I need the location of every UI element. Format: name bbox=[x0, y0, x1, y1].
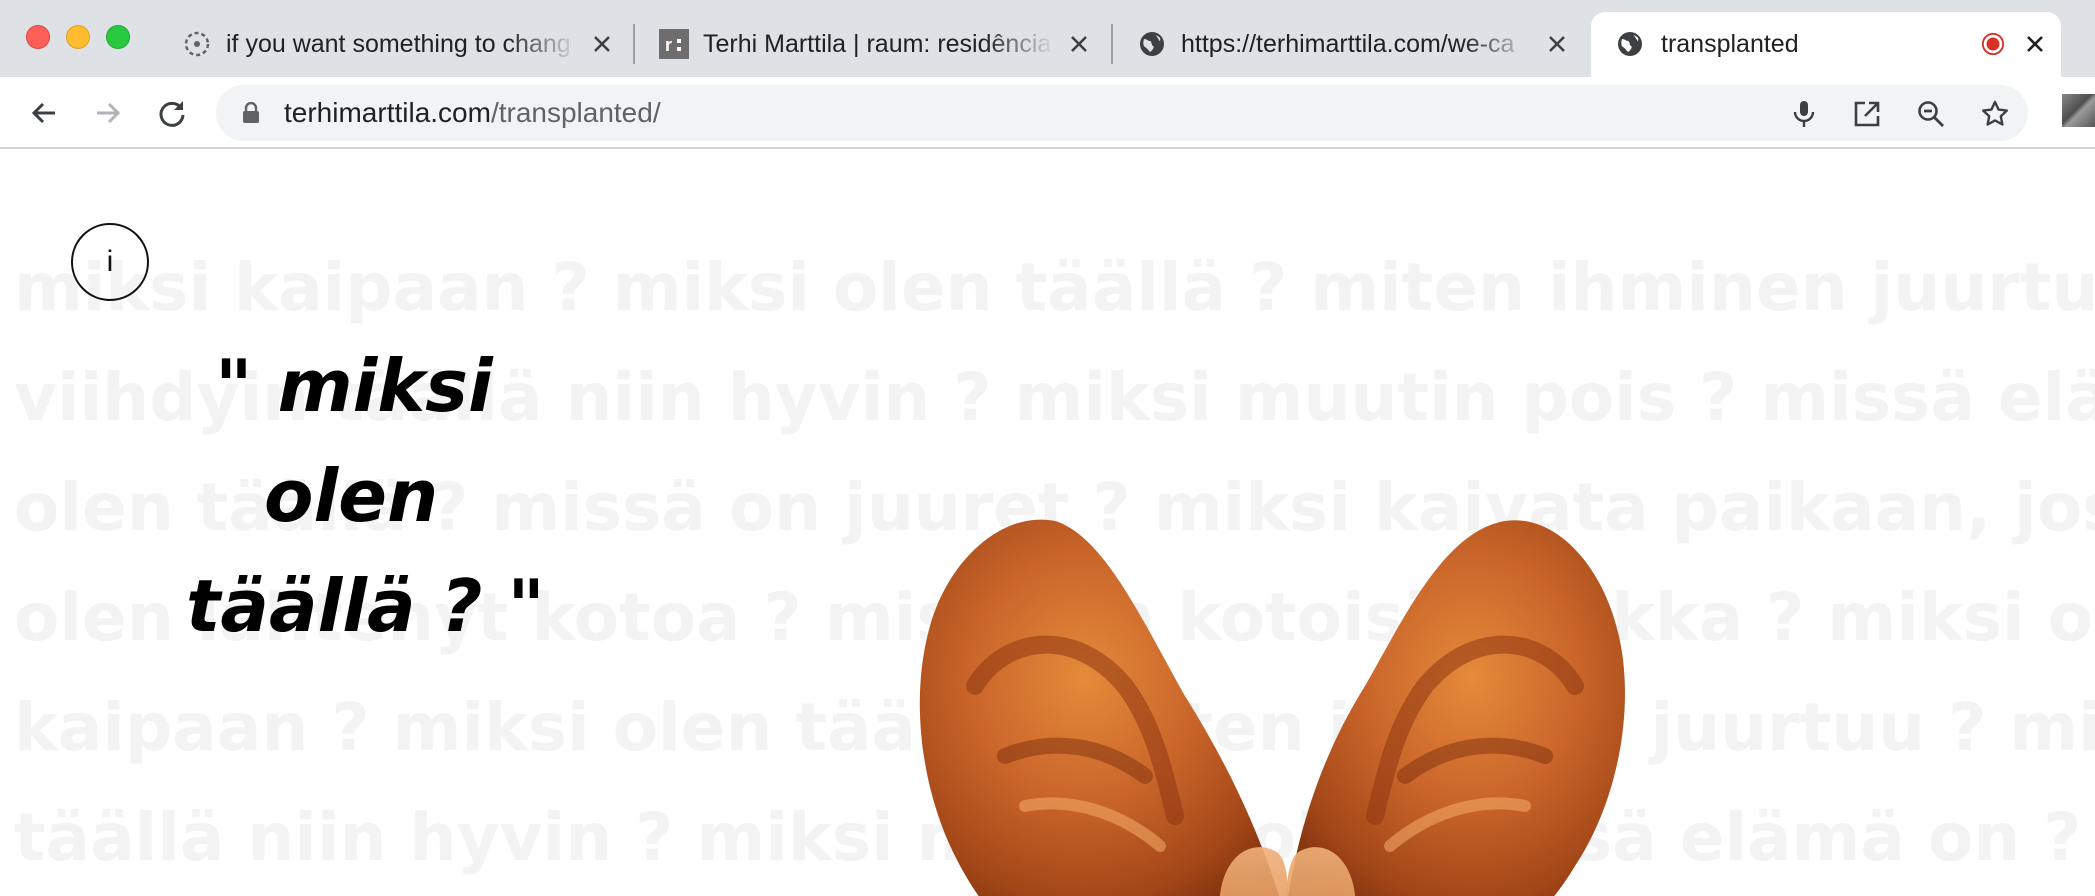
close-window-button[interactable] bbox=[26, 25, 50, 49]
left-ear bbox=[919, 519, 1279, 896]
info-button[interactable]: i bbox=[71, 223, 149, 301]
reload-icon[interactable] bbox=[154, 95, 190, 131]
browser-toolbar: terhimarttila.com/transplanted/ bbox=[0, 77, 2095, 149]
svg-text:r: r bbox=[665, 35, 672, 55]
star-icon[interactable] bbox=[1980, 99, 2010, 129]
maximize-window-button[interactable] bbox=[106, 25, 130, 49]
quote-line: " miksi bbox=[215, 344, 493, 428]
globe-icon bbox=[1137, 29, 1167, 59]
minimize-window-button[interactable] bbox=[66, 25, 90, 49]
dotted-circle-icon bbox=[182, 29, 212, 59]
arrow-left-icon[interactable] bbox=[26, 95, 62, 131]
right-ear bbox=[1288, 520, 1625, 896]
tab-title: Terhi Marttila | raum: residência bbox=[703, 30, 1052, 58]
tab-separator bbox=[1111, 24, 1113, 64]
quote-line: olen bbox=[264, 454, 439, 538]
microphone-icon[interactable] bbox=[1789, 99, 1819, 129]
zoom-out-icon[interactable] bbox=[1916, 99, 1946, 129]
tab-close-icon[interactable] bbox=[1067, 32, 1091, 56]
raum-logo-icon: r bbox=[659, 29, 689, 59]
tab-title: if you want something to chang bbox=[226, 30, 571, 58]
tab-title: transplanted bbox=[1661, 30, 1799, 58]
tab-if-you-want[interactable]: if you want something to chang bbox=[168, 12, 628, 77]
tab-transplanted[interactable]: transplanted bbox=[1591, 12, 2061, 77]
url-host: terhimarttila.com bbox=[284, 97, 491, 128]
arrow-right-icon[interactable] bbox=[90, 95, 126, 131]
extension-icon[interactable] bbox=[2062, 94, 2095, 127]
recording-indicator-icon bbox=[1981, 32, 2005, 56]
lock-icon[interactable] bbox=[242, 101, 260, 129]
tab-separator bbox=[633, 24, 635, 64]
open-in-new-icon[interactable] bbox=[1852, 99, 1882, 129]
tab-strip: if you want something to chang r Terhi M… bbox=[0, 0, 2095, 77]
tab-we-can[interactable]: https://terhimarttila.com/we-ca bbox=[1123, 12, 1583, 77]
page-content: miksi kaipaan ? miksi olen täällä ? mite… bbox=[0, 151, 2095, 896]
address-bar[interactable]: terhimarttila.com/transplanted/ bbox=[216, 85, 2028, 141]
background-text-line: miksi kaipaan ? miksi olen täällä ? mite… bbox=[14, 249, 2095, 326]
url-path: /transplanted/ bbox=[490, 97, 661, 128]
tab-close-icon[interactable] bbox=[590, 32, 614, 56]
quote-line: täällä ? " bbox=[186, 564, 545, 648]
url-text: terhimarttila.com/transplanted/ bbox=[284, 97, 661, 129]
tab-close-icon[interactable] bbox=[2023, 32, 2047, 56]
tab-close-icon[interactable] bbox=[1545, 32, 1569, 56]
globe-icon bbox=[1615, 29, 1645, 59]
tab-title: https://terhimarttila.com/we-ca bbox=[1181, 30, 1515, 58]
ears-image bbox=[919, 519, 1625, 896]
tab-terhi-marttila-raum[interactable]: r Terhi Marttila | raum: residência bbox=[645, 12, 1105, 77]
